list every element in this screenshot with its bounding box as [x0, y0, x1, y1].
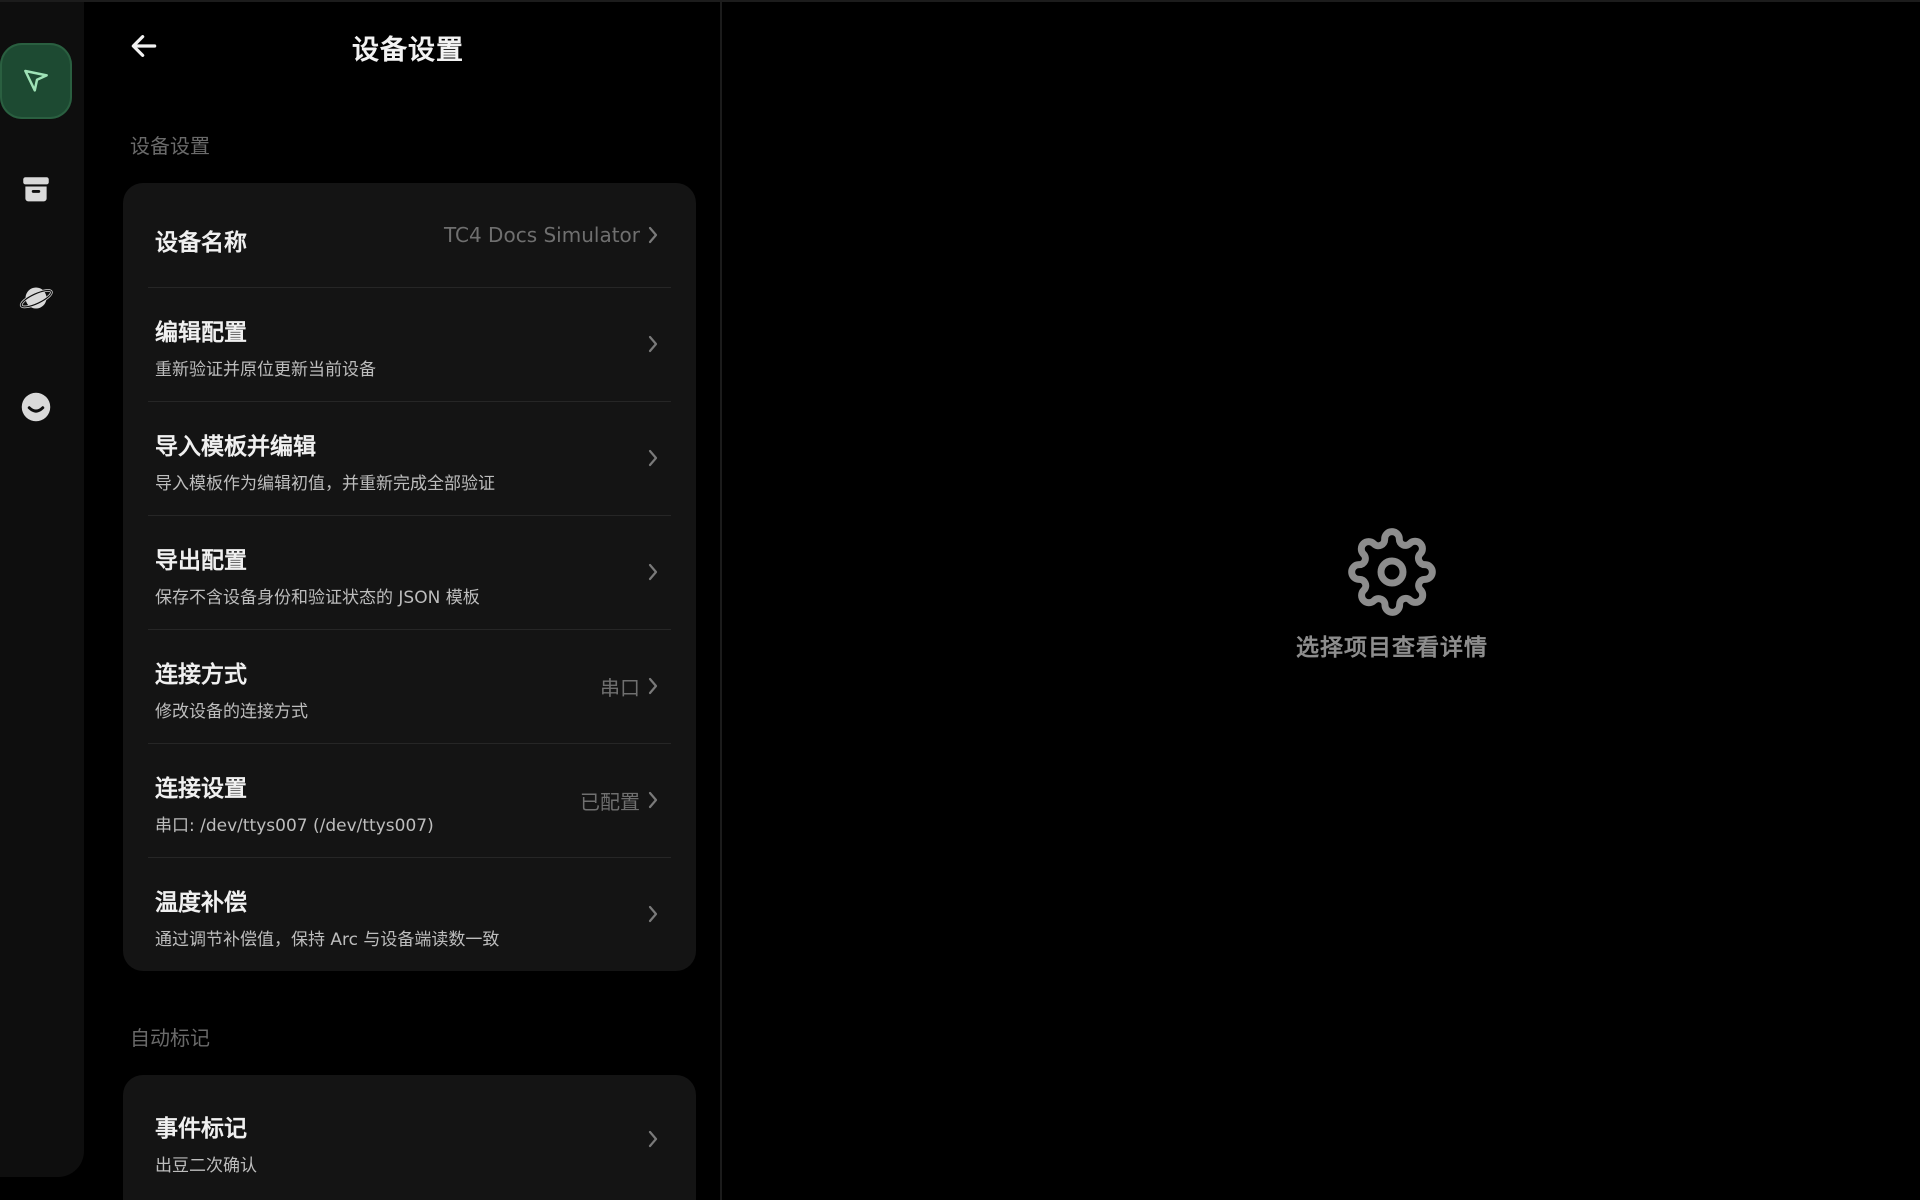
row-title: 温度补偿: [155, 890, 247, 916]
row-value: 串口: [600, 675, 640, 700]
row-right: 已配置: [580, 743, 660, 857]
row-subtitle: 出豆二次确认: [155, 1156, 257, 1176]
row-right: 串口: [600, 629, 660, 743]
settings-row-device-name[interactable]: 设备名称 TC4 Docs Simulator: [123, 183, 696, 287]
nav-rail: [0, 2, 84, 1177]
chevron-right-icon: [646, 334, 660, 354]
chevron-right-icon: [646, 562, 660, 582]
row-value: TC4 Docs Simulator: [443, 223, 640, 247]
navigation-arrow-icon: [24, 69, 48, 92]
row-subtitle: 保存不含设备身份和验证状态的 JSON 模板: [155, 588, 480, 608]
settings-row-import-template[interactable]: 导入模板并编辑 导入模板作为编辑初值，并重新完成全部验证: [123, 401, 696, 515]
row-subtitle: 导入模板作为编辑初值，并重新完成全部验证: [155, 474, 495, 494]
row-right: [646, 515, 660, 629]
rail-item-profile[interactable]: [0, 369, 72, 445]
row-subtitle: 修改设备的连接方式: [155, 702, 308, 722]
gear-icon: [1348, 528, 1436, 616]
row-right: [646, 287, 660, 401]
row-right: [646, 857, 660, 971]
settings-row-event-mark[interactable]: 事件标记 出豆二次确认: [123, 1075, 696, 1200]
row-title: 设备名称: [155, 230, 247, 256]
row-right: [646, 401, 660, 515]
planet-icon: [19, 287, 53, 309]
empty-state-text: 选择项目查看详情: [1296, 635, 1488, 661]
chevron-right-icon: [646, 790, 660, 810]
chevron-right-icon: [646, 448, 660, 468]
empty-state: 选择项目查看详情: [1242, 528, 1542, 662]
settings-panel: 设备设置 设备设置 设备名称 TC4 Docs Simulator 编辑配置 重…: [96, 2, 720, 1200]
chevron-right-icon: [646, 225, 660, 245]
detail-pane: 选择项目查看详情: [722, 2, 1920, 1200]
rail-item-planet[interactable]: [0, 260, 72, 336]
row-subtitle: 重新验证并原位更新当前设备: [155, 360, 376, 380]
row-right: [646, 1075, 660, 1200]
rail-item-device[interactable]: [0, 43, 72, 119]
settings-row-connection-settings[interactable]: 连接设置 串口: /dev/ttys007 (/dev/ttys007) 已配置: [123, 743, 696, 857]
row-right: TC4 Docs Simulator: [444, 183, 660, 287]
row-title: 连接方式: [155, 662, 247, 688]
settings-row-edit-config[interactable]: 编辑配置 重新验证并原位更新当前设备: [123, 287, 696, 401]
settings-row-export-config[interactable]: 导出配置 保存不含设备身份和验证状态的 JSON 模板: [123, 515, 696, 629]
row-subtitle: 串口: /dev/ttys007 (/dev/ttys007): [155, 816, 434, 836]
chevron-right-icon: [646, 676, 660, 696]
row-subtitle: 通过调节补偿值，保持 Arc 与设备端读数一致: [155, 930, 500, 950]
smiley-face-icon: [21, 392, 51, 422]
page-title: 设备设置: [352, 35, 464, 66]
app-window: 设备设置 设备设置 设备名称 TC4 Docs Simulator 编辑配置 重…: [0, 0, 1920, 1200]
chevron-right-icon: [646, 904, 660, 924]
row-value: 已配置: [580, 789, 640, 814]
rail-item-archive[interactable]: [0, 152, 72, 228]
chevron-right-icon: [646, 1129, 660, 1149]
row-title: 事件标记: [155, 1116, 247, 1142]
rail-active-indicator: [0, 43, 72, 119]
row-title: 编辑配置: [155, 320, 247, 346]
settings-row-connection-method[interactable]: 连接方式 修改设备的连接方式 串口: [123, 629, 696, 743]
section-label-auto-mark: 自动标记: [130, 1026, 210, 1050]
row-title: 导出配置: [155, 548, 247, 574]
settings-card-auto-mark: 事件标记 出豆二次确认: [123, 1075, 696, 1200]
row-title: 连接设置: [155, 776, 247, 802]
archive-box-icon: [23, 177, 49, 202]
row-title: 导入模板并编辑: [155, 434, 316, 460]
section-label-device-settings: 设备设置: [130, 134, 210, 158]
settings-card-device: 设备名称 TC4 Docs Simulator 编辑配置 重新验证并原位更新当前…: [123, 183, 696, 971]
settings-row-temperature-compensation[interactable]: 温度补偿 通过调节补偿值，保持 Arc 与设备端读数一致: [123, 857, 696, 971]
